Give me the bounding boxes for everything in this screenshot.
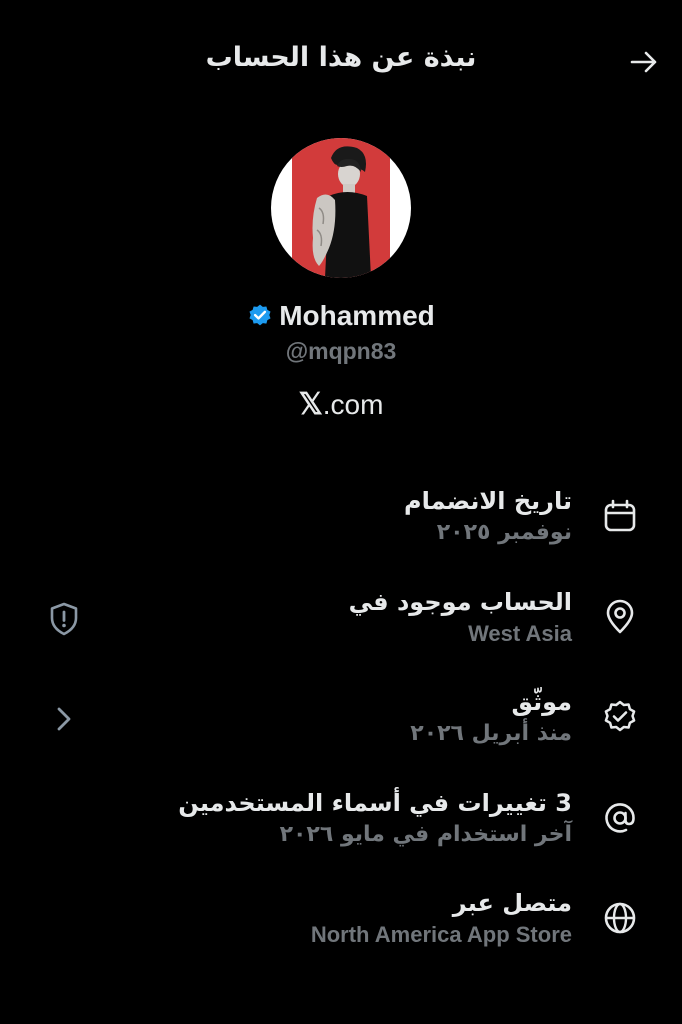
info-row-verified[interactable]: موثّق منذ أبريل ٢٠٢٦ <box>0 671 682 772</box>
info-row-joined: تاريخ الانضمام نوفمبر ٢٠٢٥ <box>0 470 682 571</box>
row-title: متصل عبر <box>452 889 572 917</box>
site-link[interactable]: 𝕏 .com <box>0 387 682 422</box>
verified-badge-outline-icon <box>604 700 636 732</box>
back-button[interactable] <box>622 40 666 84</box>
x-logo: 𝕏 <box>298 388 323 421</box>
header: نبذة عن هذا الحساب <box>0 0 682 120</box>
avatar-figure <box>312 146 371 278</box>
profile-section: Mohammed @mqpn83 𝕏 .com <box>0 138 682 422</box>
shield-alert-icon[interactable] <box>46 601 82 637</box>
row-subtitle: نوفمبر ٢٠٢٥ <box>436 520 572 545</box>
site-domain: .com <box>322 388 384 420</box>
chevron-right-icon <box>57 707 71 731</box>
display-name: Mohammed <box>279 300 435 331</box>
location-pin-icon <box>606 599 634 633</box>
globe-icon <box>604 902 636 934</box>
info-list: تاريخ الانضمام نوفمبر ٢٠٢٥ الحساب موجود … <box>0 470 682 973</box>
at-sign-icon <box>605 802 635 833</box>
row-subtitle: West Asia <box>468 620 572 646</box>
page-title: نبذة عن هذا الحساب <box>205 42 477 73</box>
verified-badge-icon <box>249 304 271 326</box>
arrow-right-icon <box>630 51 657 73</box>
row-title: تاريخ الانضمام <box>404 487 572 515</box>
info-row-username-changes: 3 تغييرات في أسماء المستخدمين آخر استخدا… <box>0 772 682 873</box>
name-row: Mohammed <box>0 300 682 332</box>
row-subtitle: North America App Store <box>310 922 572 947</box>
row-title: الحساب موجود في <box>348 587 572 616</box>
row-subtitle: آخر استخدام في مايو ٢٠٢٦ <box>279 821 572 847</box>
row-title: موثّق <box>511 688 572 716</box>
info-row-connected-via: متصل عبر North America App Store <box>0 872 682 973</box>
row-title: 3 تغييرات في أسماء المستخدمين <box>178 788 572 817</box>
avatar[interactable] <box>271 138 411 278</box>
row-subtitle: منذ أبريل ٢٠٢٦ <box>410 721 572 746</box>
info-row-location: الحساب موجود في West Asia <box>0 571 682 672</box>
handle: @mqpn83 <box>285 338 397 364</box>
calendar-icon <box>604 499 636 532</box>
